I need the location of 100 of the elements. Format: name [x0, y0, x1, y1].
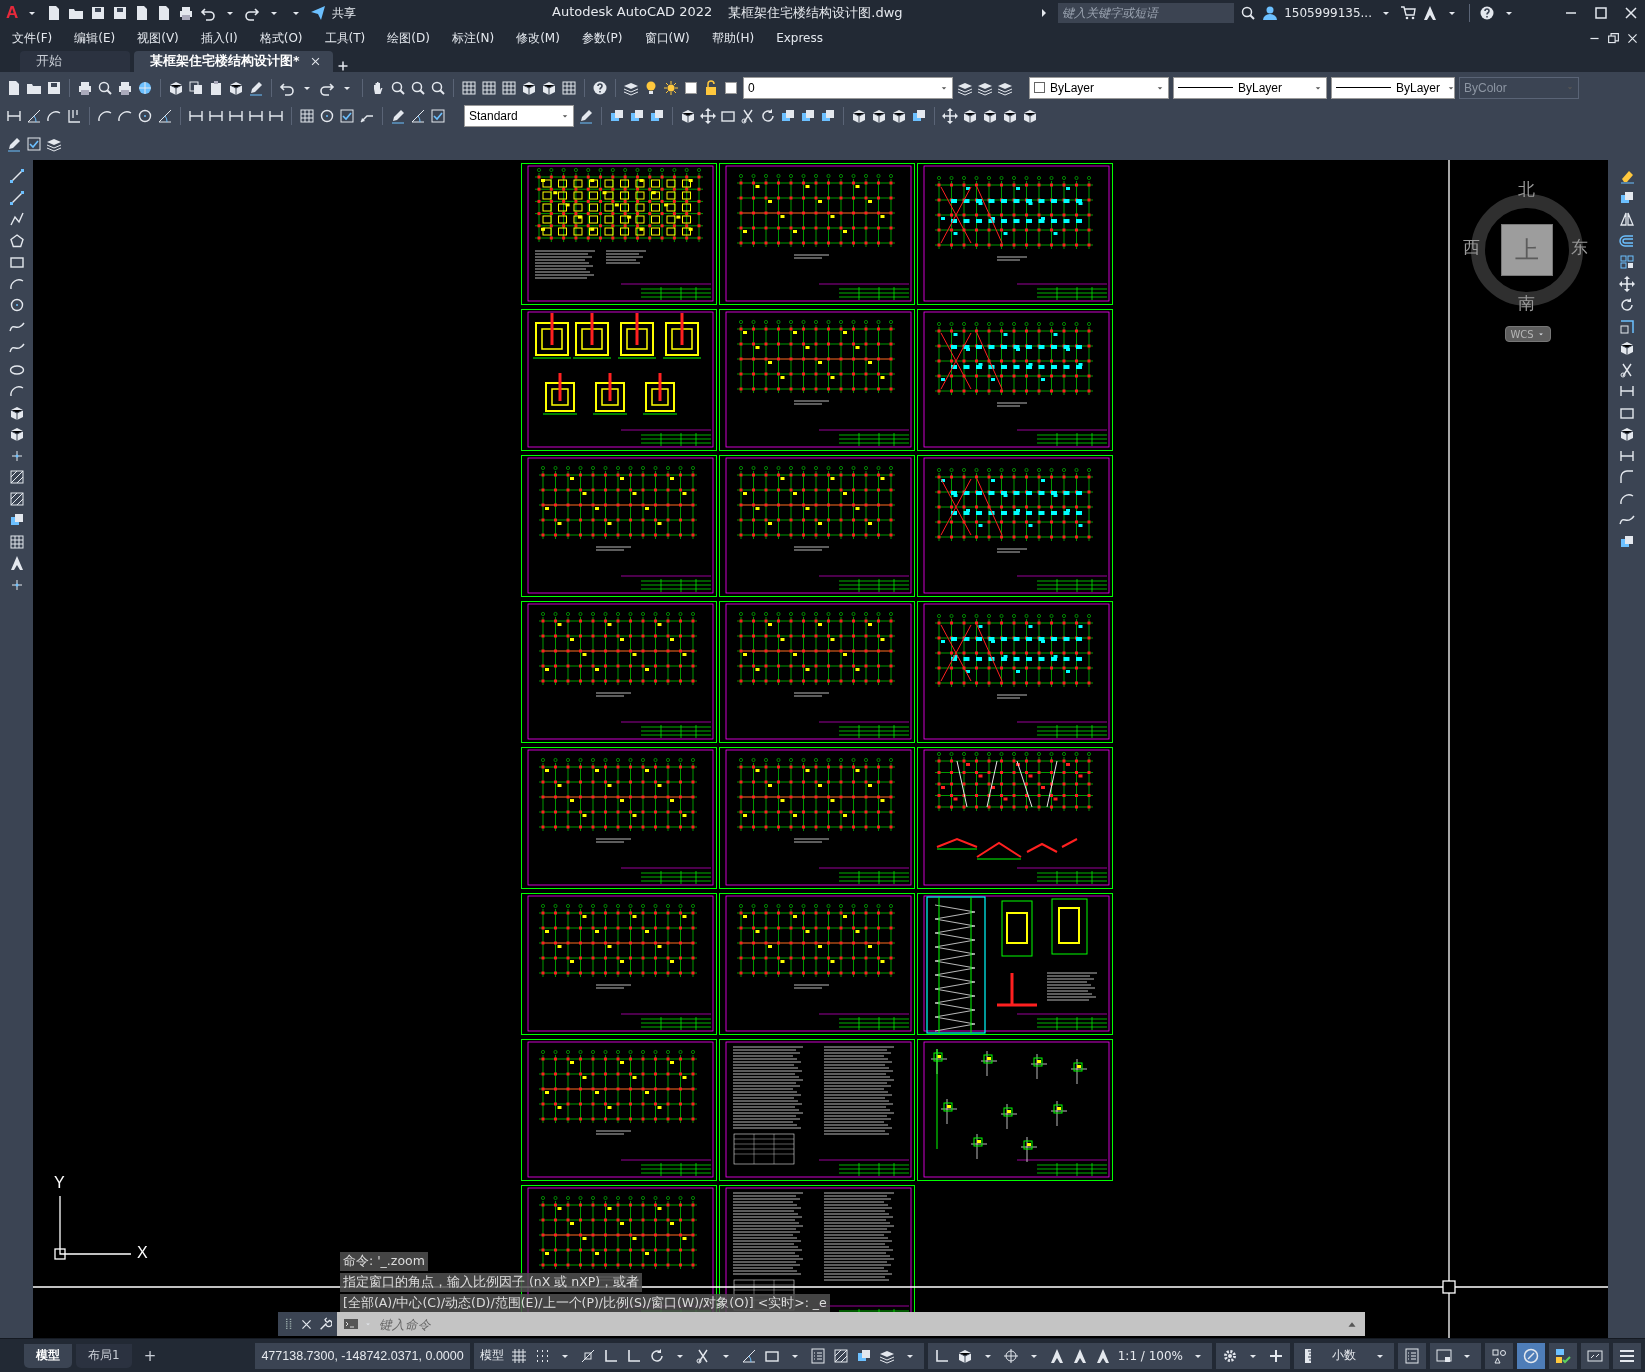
- block-icon[interactable]: [1618, 340, 1635, 356]
- plus-icon[interactable]: [1268, 1347, 1284, 1364]
- color-swatch-icon[interactable]: [723, 79, 739, 96]
- file-icon[interactable]: [6, 79, 22, 96]
- block-icon[interactable]: [1022, 107, 1038, 124]
- command-input-field[interactable]: 键入命令: [337, 1312, 1365, 1336]
- angle-dimension-icon[interactable]: [26, 107, 42, 124]
- document-tab[interactable]: 某框架住宅楼结构设计图*: [134, 51, 333, 72]
- pencil-icon[interactable]: [578, 107, 594, 124]
- save-icon[interactable]: [46, 79, 62, 96]
- table-icon[interactable]: [8, 533, 25, 550]
- menu-item[interactable]: 帮助(H): [707, 29, 759, 47]
- layout-tab[interactable]: 模型: [24, 1343, 72, 1368]
- window-icon[interactable]: [1436, 1347, 1452, 1364]
- rectangle-icon[interactable]: [8, 254, 25, 270]
- pencil-icon[interactable]: [6, 135, 22, 152]
- offset-icon[interactable]: [1618, 232, 1635, 249]
- user-icon[interactable]: [1262, 5, 1279, 21]
- angle-dimension-icon[interactable]: [410, 107, 426, 124]
- color-dropdown[interactable]: ByLayer: [1029, 76, 1169, 99]
- menu-item[interactable]: 参数(P): [577, 29, 627, 47]
- boxes-icon[interactable]: [800, 107, 816, 124]
- save-icon[interactable]: [112, 5, 129, 21]
- table-icon[interactable]: [481, 79, 497, 96]
- save-icon[interactable]: [90, 5, 107, 21]
- check-icon[interactable]: [26, 135, 42, 152]
- block-icon[interactable]: [1002, 107, 1018, 124]
- printer-icon[interactable]: [117, 79, 133, 96]
- move-icon[interactable]: [942, 107, 958, 124]
- dimension-icon[interactable]: [1618, 383, 1635, 399]
- pencil-icon[interactable]: [248, 79, 264, 96]
- lock-icon[interactable]: [703, 79, 719, 96]
- boxes-icon[interactable]: [609, 107, 625, 124]
- search-field[interactable]: 键入关键字或短语: [1058, 3, 1235, 23]
- globe-icon[interactable]: [137, 79, 153, 96]
- close-icon[interactable]: [300, 1317, 313, 1331]
- zoom-icon[interactable]: [1240, 5, 1257, 21]
- move-icon[interactable]: [700, 107, 716, 124]
- block-icon[interactable]: [541, 79, 557, 96]
- block-icon[interactable]: [982, 107, 998, 124]
- text-style-dropdown[interactable]: Standard: [464, 104, 574, 127]
- close-icon[interactable]: [1623, 5, 1639, 21]
- scale-icon[interactable]: [1618, 318, 1635, 335]
- list-icon[interactable]: [1404, 1347, 1420, 1364]
- block-icon[interactable]: [956, 1347, 973, 1364]
- gear-icon[interactable]: [1222, 1347, 1238, 1364]
- close-icon[interactable]: [309, 56, 321, 67]
- color-swatch-icon[interactable]: [683, 79, 699, 96]
- add-layout-button[interactable]: +: [135, 1346, 165, 1365]
- copy-icon[interactable]: [188, 79, 204, 96]
- menu-item[interactable]: 绘图(D): [383, 29, 434, 47]
- menu-item[interactable]: 视图(V): [133, 29, 183, 47]
- line-icon[interactable]: [8, 168, 25, 184]
- printer-icon[interactable]: [77, 79, 93, 96]
- command-input[interactable]: 键入命令: [377, 1315, 1341, 1333]
- table-icon[interactable]: [461, 79, 477, 96]
- compass-label[interactable]: 北: [1518, 178, 1535, 201]
- maximize-icon[interactable]: [1593, 5, 1609, 21]
- array-icon[interactable]: [1618, 254, 1635, 270]
- fullscreen-icon[interactable]: [1587, 1347, 1603, 1364]
- block-icon[interactable]: [8, 404, 25, 421]
- zoom-icon[interactable]: [390, 79, 406, 96]
- annotation-scale[interactable]: 1:1 / 100%: [1117, 1348, 1183, 1363]
- boxes-icon[interactable]: [629, 107, 645, 124]
- menu-item[interactable]: 编辑(E): [70, 29, 120, 47]
- block-icon[interactable]: [680, 107, 696, 124]
- wrench-icon[interactable]: [318, 1317, 332, 1331]
- menu-item[interactable]: 插入(I): [196, 29, 242, 47]
- block-icon[interactable]: [871, 107, 887, 124]
- block-icon[interactable]: [851, 107, 867, 124]
- block-icon[interactable]: [962, 107, 978, 124]
- close-icon[interactable]: [1626, 31, 1639, 45]
- sun-icon[interactable]: [663, 79, 679, 96]
- grid-icon[interactable]: [510, 1347, 527, 1364]
- boxes-icon[interactable]: [649, 107, 665, 124]
- compass-label[interactable]: 东: [1571, 236, 1588, 259]
- table-icon[interactable]: [561, 79, 577, 96]
- mirror-icon[interactable]: [1618, 211, 1635, 227]
- polygon-icon[interactable]: [8, 232, 25, 249]
- angle-dimension-icon[interactable]: [740, 1347, 757, 1364]
- help-icon[interactable]: [1479, 5, 1495, 21]
- angle-dimension-icon[interactable]: [157, 107, 173, 124]
- terminal-icon[interactable]: [343, 1316, 359, 1332]
- pencil-icon[interactable]: [390, 107, 406, 124]
- compass-label[interactable]: 西: [1463, 236, 1480, 259]
- share-label[interactable]: 共享: [332, 4, 357, 22]
- user-name[interactable]: 1505999135...: [1284, 6, 1372, 20]
- block-icon[interactable]: [228, 79, 244, 96]
- line-icon[interactable]: [8, 189, 25, 206]
- polyline-icon[interactable]: [8, 211, 25, 227]
- circle-icon[interactable]: [137, 107, 153, 124]
- linetype-dropdown[interactable]: ByLayer: [1173, 76, 1327, 99]
- send-icon[interactable]: [310, 5, 327, 21]
- help-icon[interactable]: [592, 79, 608, 96]
- restore-icon[interactable]: [1607, 31, 1620, 45]
- block-icon[interactable]: [1618, 426, 1635, 442]
- block-icon[interactable]: [168, 79, 184, 96]
- boxes-icon[interactable]: [1618, 533, 1635, 550]
- circle-icon[interactable]: [8, 297, 25, 313]
- hatch-icon[interactable]: [8, 490, 25, 507]
